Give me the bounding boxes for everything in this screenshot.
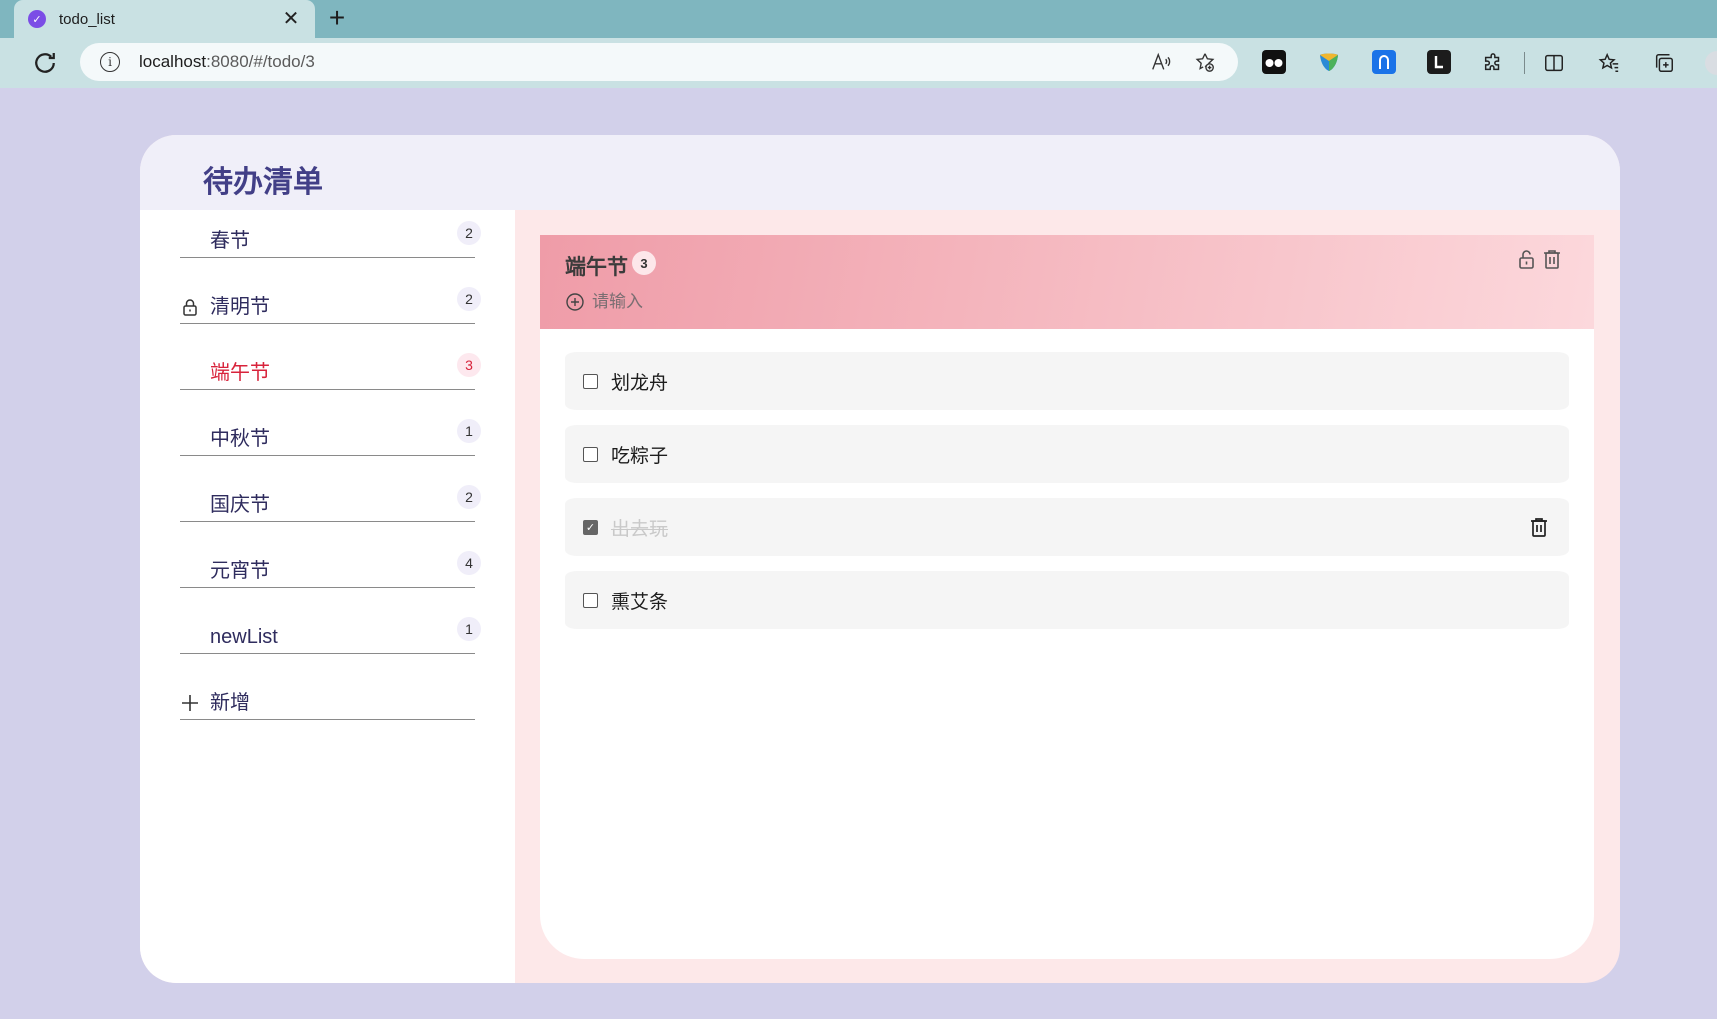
sidebar-item-count: 1 (457, 419, 481, 443)
extension-glasses-icon[interactable] (1262, 50, 1286, 74)
browser-tab-strip: ✓ todo_list ✕ + (0, 0, 1717, 38)
extensions-puzzle-icon[interactable] (1480, 50, 1506, 76)
lock-icon (183, 299, 197, 316)
sidebar-item-count: 4 (457, 551, 481, 575)
todo-app: 待办清单 春节 2 清明节 2 端午节 3 中秋节 1 国庆节 2 元宵节 4 (140, 135, 1620, 983)
sidebar-item-newlist[interactable]: newList 1 (180, 606, 481, 654)
todo-item: 划龙舟 (565, 352, 1569, 410)
read-aloud-icon[interactable] (1148, 49, 1174, 75)
extension-shield-icon[interactable] (1317, 50, 1341, 74)
extension-l-icon[interactable] (1427, 50, 1451, 74)
list-count-badge: 3 (632, 251, 656, 275)
list-sidebar: 春节 2 清明节 2 端午节 3 中秋节 1 国庆节 2 元宵节 4 newLi… (140, 210, 515, 983)
toolbar-divider (1524, 52, 1525, 74)
list-title: 端午节 (565, 256, 628, 279)
todo-checkbox[interactable] (583, 446, 598, 462)
sidebar-item-count: 2 (457, 485, 481, 509)
unlock-icon[interactable] (1515, 247, 1539, 271)
sidebar-item-label: 清明节 (210, 296, 270, 318)
sidebar-item-count: 2 (457, 221, 481, 245)
address-bar[interactable]: i localhost:8080/#/todo/3 (80, 43, 1238, 81)
add-todo-row (565, 292, 892, 312)
reload-icon[interactable] (30, 48, 60, 78)
sidebar-item-label: 元宵节 (210, 560, 270, 582)
delete-list-icon[interactable] (1540, 247, 1564, 271)
add-todo-input[interactable] (592, 292, 892, 312)
sidebar-item-label: 端午节 (210, 362, 270, 384)
todo-checkbox[interactable] (583, 373, 598, 389)
todo-text[interactable]: 出去玩 (611, 514, 668, 541)
sidebar-item-label: newList (210, 626, 278, 648)
sidebar-item-spring-festival[interactable]: 春节 2 (180, 210, 481, 258)
browser-tab[interactable]: ✓ todo_list ✕ (14, 0, 315, 38)
add-favorite-icon[interactable] (1192, 49, 1218, 75)
delete-todo-icon[interactable] (1527, 515, 1551, 539)
url-text[interactable]: localhost:8080/#/todo/3 (139, 52, 1130, 72)
tab-title: todo_list (59, 10, 115, 28)
sidebar-item-national-day[interactable]: 国庆节 2 (180, 474, 481, 522)
sidebar-item-qingming[interactable]: 清明节 2 (180, 276, 481, 324)
todo-checkbox-checked[interactable]: ✓ (583, 519, 598, 535)
new-tab-button[interactable]: + (322, 4, 352, 34)
sidebar-item-count: 3 (457, 353, 481, 377)
plus-icon (182, 695, 198, 711)
sidebar-item-count: 1 (457, 617, 481, 641)
profile-avatar[interactable] (1705, 51, 1717, 75)
todo-text[interactable]: 划龙舟 (611, 368, 668, 395)
add-circle-icon[interactable] (565, 292, 585, 312)
todo-text[interactable]: 熏艾条 (611, 587, 668, 614)
app-title: 待办清单 (203, 166, 323, 199)
close-tab-icon[interactable]: ✕ (281, 9, 301, 29)
todo-favicon-icon: ✓ (28, 10, 46, 28)
sidebar-item-count: 2 (457, 287, 481, 311)
browser-toolbar: i localhost:8080/#/todo/3 (0, 38, 1717, 88)
favorites-icon[interactable] (1596, 50, 1622, 76)
sidebar-item-duanwu[interactable]: 端午节 3 (180, 342, 481, 390)
sidebar-item-mid-autumn[interactable]: 中秋节 1 (180, 408, 481, 456)
sidebar-item-lantern[interactable]: 元宵节 4 (180, 540, 481, 588)
add-list-label: 新增 (210, 692, 250, 714)
todo-panel: 端午节 3 划龙舟 吃粽子 ✓ 出去玩 (540, 235, 1594, 959)
add-list-button[interactable]: 新增 (180, 672, 475, 720)
app-header: 待办清单 (140, 135, 1620, 210)
sidebar-item-label: 国庆节 (210, 494, 270, 516)
todo-item: ✓ 出去玩 (565, 498, 1569, 556)
sidebar-item-label: 春节 (210, 230, 250, 252)
todo-item: 吃粽子 (565, 425, 1569, 483)
todo-text[interactable]: 吃粽子 (611, 441, 668, 468)
site-info-icon[interactable]: i (100, 52, 120, 72)
extension-translate-icon[interactable] (1372, 50, 1396, 74)
collections-icon[interactable] (1651, 50, 1677, 76)
sidebar-item-label: 中秋节 (210, 428, 270, 450)
todo-panel-header: 端午节 3 (540, 235, 1594, 329)
split-screen-icon[interactable] (1541, 50, 1567, 76)
todo-checkbox[interactable] (583, 592, 598, 608)
todo-item: 熏艾条 (565, 571, 1569, 629)
